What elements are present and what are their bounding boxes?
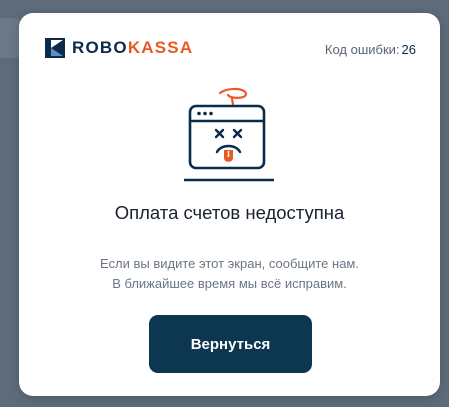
robokassa-k-mark-icon: [45, 38, 65, 58]
error-message: Если вы видите этот экран, сообщите нам.…: [19, 254, 440, 294]
error-code: Код ошибки: 26: [325, 42, 416, 58]
logo-text-robo: ROBO: [72, 38, 128, 57]
error-dialog: ROBOKASSA Код ошибки: 26 Оплата счетов не…: [19, 13, 440, 396]
back-button[interactable]: Вернуться: [149, 315, 312, 373]
error-message-line-2: В ближайшее время мы всё исправим.: [112, 276, 347, 291]
error-message-line-1: Если вы видите этот экран, сообщите нам.: [100, 256, 359, 271]
error-title: Оплата счетов недоступна: [114, 202, 345, 223]
logo-wordmark: ROBOKASSA: [72, 38, 193, 58]
broken-browser-window-icon: [184, 87, 274, 182]
error-code-value: 26: [401, 42, 416, 57]
error-code-label: Код ошибки:: [324, 42, 400, 57]
robokassa-logo[interactable]: ROBOKASSA: [45, 38, 193, 58]
logo-text-kassa: KASSA: [127, 38, 194, 57]
